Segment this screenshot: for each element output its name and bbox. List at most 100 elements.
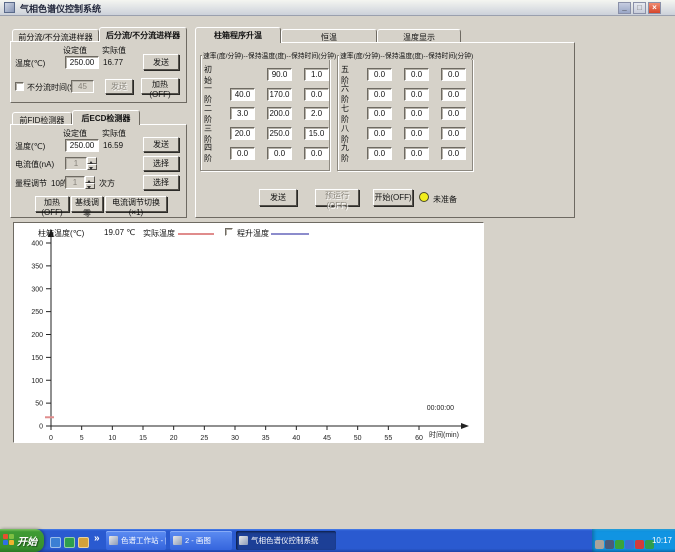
app-icon bbox=[4, 2, 15, 13]
clock-icon[interactable] bbox=[605, 540, 614, 549]
stage-rate-input[interactable] bbox=[367, 147, 392, 160]
program-temp-checkbox[interactable] bbox=[225, 228, 233, 236]
window-title: 气相色谱仪控制系统 bbox=[20, 2, 101, 15]
close-button[interactable]: × bbox=[648, 2, 661, 14]
svg-text:25: 25 bbox=[200, 435, 208, 442]
minimize-button[interactable]: _ bbox=[618, 2, 631, 14]
alert-icon[interactable] bbox=[635, 540, 644, 549]
system-tray: 10:17 bbox=[592, 529, 675, 552]
stage-hold-input[interactable] bbox=[304, 88, 329, 101]
task-button[interactable]: 色谱工作站 - [001] bbox=[106, 531, 166, 550]
svg-text:250: 250 bbox=[31, 309, 43, 316]
stage-rate-input[interactable] bbox=[230, 107, 255, 120]
stage-hold-input[interactable] bbox=[441, 147, 466, 160]
range-select-button[interactable]: 选择 bbox=[143, 175, 179, 190]
taskbar-clock[interactable]: 10:17 bbox=[652, 536, 672, 545]
desktop-icon[interactable] bbox=[64, 537, 75, 548]
tab-isothermal[interactable]: 恒温 bbox=[281, 29, 377, 43]
network-icon[interactable] bbox=[625, 540, 634, 549]
stage-temp-input[interactable] bbox=[404, 107, 429, 120]
stage-temp-input[interactable] bbox=[267, 147, 292, 160]
svg-text:0: 0 bbox=[49, 435, 53, 442]
quick-launch bbox=[50, 535, 92, 552]
actual-value-header: 实际值 bbox=[102, 128, 126, 139]
range-spinner[interactable] bbox=[85, 176, 95, 189]
start-run-button[interactable]: 开始(OFF) bbox=[373, 189, 413, 206]
media-icon[interactable] bbox=[78, 537, 89, 548]
flag-square bbox=[3, 540, 8, 545]
oven-program-row: 三阶 bbox=[204, 124, 327, 144]
program-columns-header: 速率(度/分钟)--保持温度(度)--保持时间(分钟) bbox=[339, 50, 474, 60]
oven-program-row: 八阶 bbox=[341, 124, 470, 144]
current-spinner[interactable] bbox=[87, 157, 97, 170]
current-switch-button[interactable]: 电流调节切换(×1) bbox=[105, 196, 167, 212]
stage-rate-input[interactable] bbox=[230, 88, 255, 101]
tab-temperature-display[interactable]: 温度显示 bbox=[377, 29, 461, 43]
stage-temp-input[interactable] bbox=[267, 127, 292, 140]
stage-hold-input[interactable] bbox=[441, 68, 466, 81]
stage-hold-input[interactable] bbox=[304, 147, 329, 160]
stage-temp-input[interactable] bbox=[267, 68, 292, 81]
tab-rear-injector[interactable]: 后分流/不分流进样器 bbox=[99, 27, 187, 42]
injector-heat-button[interactable]: 加热(OFF) bbox=[141, 78, 179, 94]
stage-hold-input[interactable] bbox=[441, 107, 466, 120]
baseline-zero-button[interactable]: 基线调零 bbox=[71, 196, 103, 212]
chevron-icon[interactable]: » bbox=[94, 533, 100, 544]
spin-down-icon[interactable] bbox=[85, 183, 95, 190]
stage-temp-input[interactable] bbox=[404, 88, 429, 101]
splitless-checkbox[interactable] bbox=[15, 82, 24, 91]
spin-down-icon[interactable] bbox=[87, 164, 97, 171]
oven-left-rows: 初始一阶二阶三阶四阶 bbox=[201, 56, 329, 163]
program-send-button[interactable]: 发送 bbox=[259, 189, 297, 206]
oven-program-row: 九阶 bbox=[341, 143, 470, 163]
legend-actual-label: 实际温度 bbox=[143, 228, 175, 239]
svg-text:时间(min): 时间(min) bbox=[429, 430, 459, 439]
stage-hold-input[interactable] bbox=[441, 88, 466, 101]
stage-hold-input[interactable] bbox=[441, 127, 466, 140]
stage-rate-input[interactable] bbox=[367, 127, 392, 140]
injector-temp-input[interactable] bbox=[65, 56, 99, 69]
stage-rate-input[interactable] bbox=[230, 127, 255, 140]
detector-send-button[interactable]: 发送 bbox=[143, 137, 179, 152]
stage-hold-input[interactable] bbox=[304, 107, 329, 120]
stage-temp-input[interactable] bbox=[267, 88, 292, 101]
current-select-button[interactable]: 选择 bbox=[143, 156, 179, 171]
oven-program-row: 六阶 bbox=[341, 85, 470, 105]
svg-text:30: 30 bbox=[231, 435, 239, 442]
tab-oven-program[interactable]: 柱箱程序升温 bbox=[195, 27, 281, 43]
stage-temp-input[interactable] bbox=[404, 68, 429, 81]
task-button-label: 色谱工作站 - [001] bbox=[121, 535, 166, 546]
range-input[interactable] bbox=[65, 176, 85, 189]
set-value-header: 设定值 bbox=[63, 128, 87, 139]
status-icon[interactable] bbox=[615, 540, 624, 549]
current-input[interactable] bbox=[65, 157, 87, 170]
svg-text:40: 40 bbox=[292, 435, 300, 442]
tab-rear-ecd-detector[interactable]: 后ECD检测器 bbox=[72, 110, 140, 125]
detector-heat-button[interactable]: 加热(OFF) bbox=[35, 196, 69, 212]
stage-rate-input[interactable] bbox=[367, 88, 392, 101]
stage-temp-input[interactable] bbox=[404, 127, 429, 140]
stage-temp-input[interactable] bbox=[404, 147, 429, 160]
stage-hold-input[interactable] bbox=[304, 68, 329, 81]
stage-hold-input[interactable] bbox=[304, 127, 329, 140]
legend-actual-line bbox=[178, 233, 214, 235]
titlebar: 气相色谱仪控制系统 _ □ × bbox=[0, 0, 675, 16]
stage-rate-input[interactable] bbox=[367, 107, 392, 120]
injector-send-button[interactable]: 发送 bbox=[143, 54, 179, 70]
actual-value-header: 实际值 bbox=[102, 45, 126, 56]
stage-rate-input[interactable] bbox=[230, 147, 255, 160]
stage-rate-input[interactable] bbox=[367, 68, 392, 81]
oven-program-row: 七阶 bbox=[341, 104, 470, 124]
stage-temp-input[interactable] bbox=[267, 107, 292, 120]
task-button[interactable]: 气相色谱仪控制系统 bbox=[236, 531, 336, 550]
chart-area: 柱箱温度(℃) 19.07 ℃ 实际温度 程升温度 05010015020025… bbox=[13, 222, 484, 443]
task-button[interactable]: 2 - 画图 bbox=[170, 531, 232, 550]
maximize-button[interactable]: □ bbox=[633, 2, 646, 14]
oven-temp-plot: 0501001502002503003504000510152025303540… bbox=[14, 223, 485, 444]
start-button[interactable]: 开始 bbox=[0, 529, 44, 552]
detector-panel: 设定值 实际值 温度(℃) 16.59 发送 电流值(nA) 选择 量程调节 1… bbox=[10, 124, 187, 218]
browser-icon[interactable] bbox=[50, 537, 61, 548]
printer-icon[interactable] bbox=[595, 540, 604, 549]
detector-temp-input[interactable] bbox=[65, 139, 99, 152]
stage-label: 四阶 bbox=[204, 142, 218, 164]
